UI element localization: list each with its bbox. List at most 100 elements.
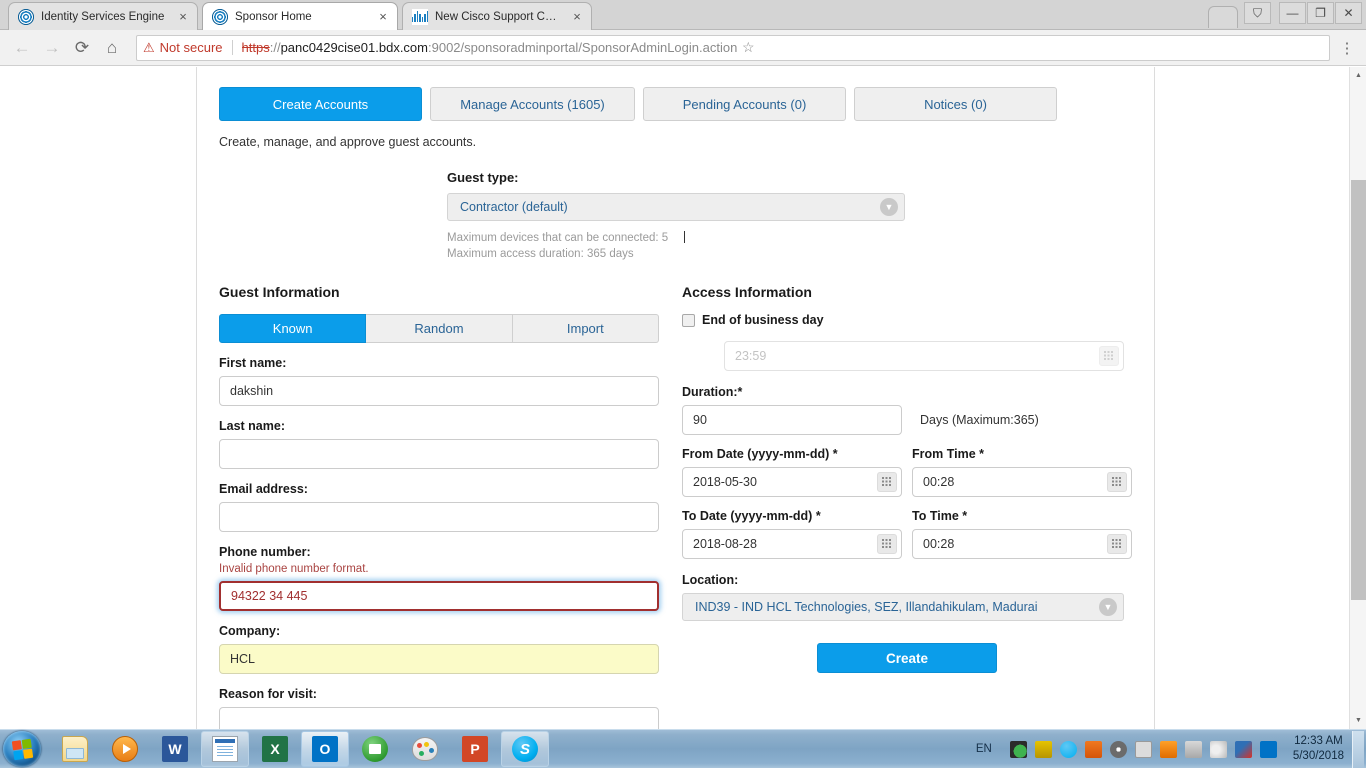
- browser-menu-icon[interactable]: ⋮: [1336, 39, 1358, 57]
- cd-burner-icon[interactable]: [1109, 740, 1127, 758]
- to-time-input[interactable]: 00:28: [912, 529, 1132, 559]
- end-of-business-day-checkbox[interactable]: [682, 313, 695, 327]
- create-accounts-form: Create Accounts Manage Accounts (1605) P…: [197, 67, 1154, 729]
- taskbar-item-excel[interactable]: X: [251, 731, 299, 767]
- outlook-tray-icon[interactable]: [1259, 740, 1277, 758]
- volume-icon[interactable]: [1209, 740, 1227, 758]
- maximize-icon[interactable]: ❐: [1307, 2, 1334, 24]
- first-name-input[interactable]: dakshin: [219, 376, 659, 406]
- phone-number-input[interactable]: 94322 34 445: [219, 581, 659, 611]
- scroll-down-icon[interactable]: ▼: [1350, 712, 1366, 729]
- close-icon[interactable]: ×: [175, 9, 191, 25]
- tab-pending-accounts[interactable]: Pending Accounts (0): [643, 87, 846, 121]
- eobd-time-value: 23:59: [735, 349, 767, 363]
- calendar-grid-icon[interactable]: [1107, 534, 1127, 554]
- new-tab-button[interactable]: [1208, 6, 1238, 28]
- to-date-input[interactable]: 2018-08-28: [682, 529, 902, 559]
- from-time-input[interactable]: 00:28: [912, 467, 1132, 497]
- pen-tablet-icon[interactable]: [1234, 740, 1252, 758]
- clock[interactable]: 12:33 AM 5/30/2018: [1293, 734, 1344, 764]
- clock-time: 12:33 AM: [1294, 735, 1343, 747]
- address-bar[interactable]: ⚠ Not secure https://panc0429cise01.bdx.…: [136, 34, 1330, 61]
- taskbar-item-webex[interactable]: [351, 731, 399, 767]
- location-value: IND39 - IND HCL Technologies, SEZ, Illan…: [695, 600, 1038, 614]
- user-profile-icon[interactable]: ⛉: [1244, 2, 1271, 24]
- show-desktop-button[interactable]: [1352, 730, 1364, 768]
- system-tray: EN 12:33 AM 5/30/2018: [976, 730, 1366, 768]
- tab-known[interactable]: Known: [219, 314, 367, 343]
- chevron-down-icon[interactable]: ▼: [1099, 598, 1117, 616]
- taskbar-item-document-window[interactable]: [201, 731, 249, 767]
- java-icon[interactable]: [1084, 740, 1102, 758]
- duration-input[interactable]: 90: [682, 405, 902, 435]
- taskbar-item-skype[interactable]: S: [501, 731, 549, 767]
- reason-for-visit-input[interactable]: [219, 707, 659, 729]
- reload-icon[interactable]: ⟳: [68, 34, 96, 62]
- tab-create-accounts[interactable]: Create Accounts: [219, 87, 422, 121]
- tab-notices[interactable]: Notices (0): [854, 87, 1057, 121]
- browser-tab-sponsor-home[interactable]: Sponsor Home ×: [202, 2, 398, 30]
- close-icon[interactable]: ×: [569, 9, 585, 25]
- taskbar-item-outlook[interactable]: O: [301, 731, 349, 767]
- window-controls: ⛉ — ❐ ✕: [1243, 2, 1362, 24]
- to-time-group: To Time * 00:28: [912, 509, 1132, 559]
- browser-tab-title: Sponsor Home: [235, 10, 312, 23]
- taskbar-item-media-player[interactable]: [101, 731, 149, 767]
- taskbar-item-explorer[interactable]: [51, 731, 99, 767]
- page-scrollbar[interactable]: ▲ ▼: [1349, 67, 1366, 729]
- company-input[interactable]: HCL: [219, 644, 659, 674]
- close-icon[interactable]: ×: [375, 9, 391, 25]
- calendar-grid-icon[interactable]: [1107, 472, 1127, 492]
- close-window-icon[interactable]: ✕: [1335, 2, 1362, 24]
- from-time-label: From Time *: [912, 447, 985, 461]
- browser-toolbar: ← → ⟳ ⌂ ⚠ Not secure https://panc0429cis…: [0, 30, 1366, 66]
- forward-icon[interactable]: →: [38, 34, 66, 62]
- start-button[interactable]: [3, 731, 41, 767]
- minimize-icon[interactable]: —: [1279, 2, 1306, 24]
- security-icon[interactable]: [1034, 740, 1052, 758]
- network-icon[interactable]: [1184, 740, 1202, 758]
- ise-globe-icon: [212, 8, 228, 25]
- from-date-value: 2018-05-30: [693, 475, 757, 489]
- taskbar-item-word[interactable]: W: [151, 731, 199, 767]
- calendar-grid-icon[interactable]: [877, 472, 897, 492]
- security-label: Not secure: [159, 40, 223, 55]
- tab-random[interactable]: Random: [366, 314, 513, 343]
- first-name-label: First name:: [219, 356, 287, 370]
- guest-type-select[interactable]: Contractor (default) ▼: [447, 193, 905, 221]
- guest-information-heading: Guest Information: [219, 284, 340, 300]
- input-language-indicator[interactable]: EN: [976, 743, 992, 755]
- home-icon[interactable]: ⌂: [98, 34, 126, 62]
- taskbar-item-powerpoint[interactable]: P: [451, 731, 499, 767]
- scrollbar-thumb[interactable]: [1351, 180, 1366, 600]
- email-address-input[interactable]: [219, 502, 659, 532]
- url-scheme: https: [241, 40, 270, 55]
- tab-import[interactable]: Import: [512, 314, 659, 343]
- to-time-value: 00:28: [923, 537, 955, 551]
- network-shield-icon[interactable]: [1009, 740, 1027, 758]
- powerpoint-icon: P: [462, 736, 488, 762]
- skype-tray-icon[interactable]: [1059, 740, 1077, 758]
- create-button[interactable]: Create: [817, 643, 997, 673]
- guest-type-value: Contractor (default): [460, 200, 568, 214]
- guest-type-hints: Maximum devices that can be connected: 5…: [447, 230, 905, 262]
- location-select[interactable]: IND39 - IND HCL Technologies, SEZ, Illan…: [682, 593, 1124, 621]
- browser-tab-new-cisco-support-case[interactable]: New Cisco Support Case ×: [402, 2, 592, 30]
- chevron-down-icon[interactable]: ▼: [880, 198, 898, 216]
- calendar-grid-icon[interactable]: [877, 534, 897, 554]
- warning-icon: ⚠: [143, 39, 155, 55]
- tab-manage-accounts[interactable]: Manage Accounts (1605): [430, 87, 635, 121]
- end-of-business-day-row[interactable]: End of business day: [682, 313, 1132, 327]
- from-date-input[interactable]: 2018-05-30: [682, 467, 902, 497]
- back-icon[interactable]: ←: [8, 34, 36, 62]
- scroll-up-icon[interactable]: ▲: [1350, 67, 1366, 84]
- browser-tab-identity-services-engine[interactable]: Identity Services Engine ×: [8, 2, 198, 30]
- bookmark-icon[interactable]: ☆: [737, 39, 759, 56]
- vmware-icon[interactable]: [1134, 740, 1152, 758]
- taskbar-item-paint[interactable]: [401, 731, 449, 767]
- shield-update-icon[interactable]: [1159, 740, 1177, 758]
- text-cursor: [684, 231, 686, 243]
- last-name-input[interactable]: [219, 439, 659, 469]
- sponsor-portal-panel: Create Accounts Manage Accounts (1605) P…: [196, 67, 1155, 729]
- security-status[interactable]: ⚠ Not secure: [143, 40, 223, 56]
